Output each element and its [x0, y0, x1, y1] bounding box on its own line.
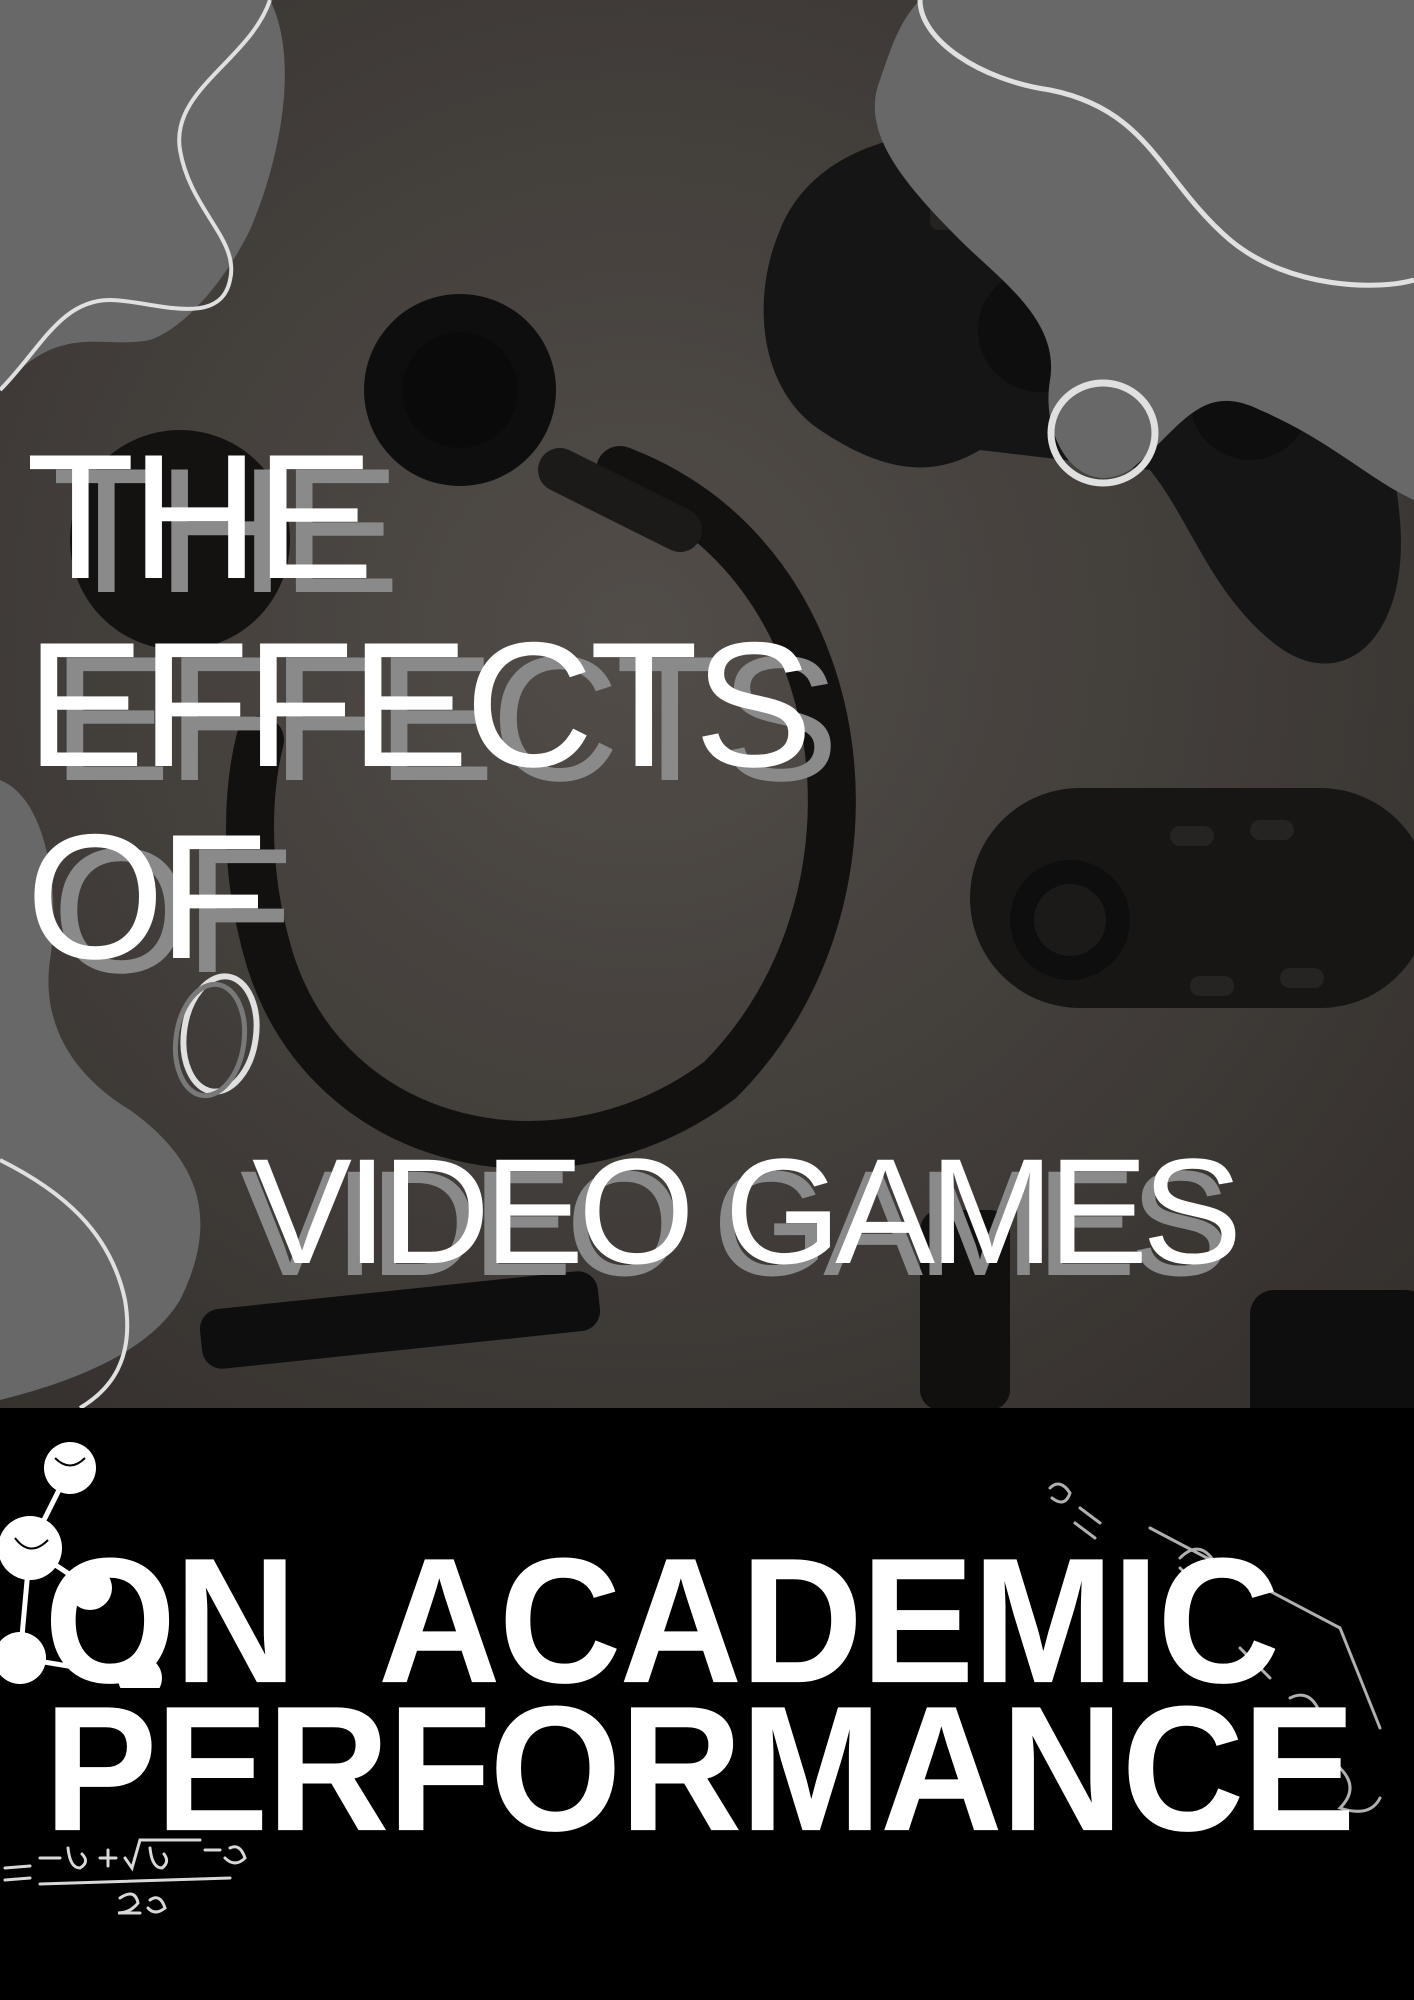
- title-line-4: VIDEO GAMES: [252, 1127, 1242, 1295]
- subtitle-line-2: PERFORMANCE: [44, 1669, 1356, 1869]
- title-line-3: OF: [26, 797, 267, 996]
- title-line-2: EFFECTS: [26, 605, 813, 804]
- bottom-band: ON ACADEMIC PERFORMANCE: [0, 1408, 1414, 2000]
- title-line-1: THE: [26, 417, 374, 616]
- background-photo: THE EFFECTS OF VIDEO GAMES: [0, 0, 1414, 1408]
